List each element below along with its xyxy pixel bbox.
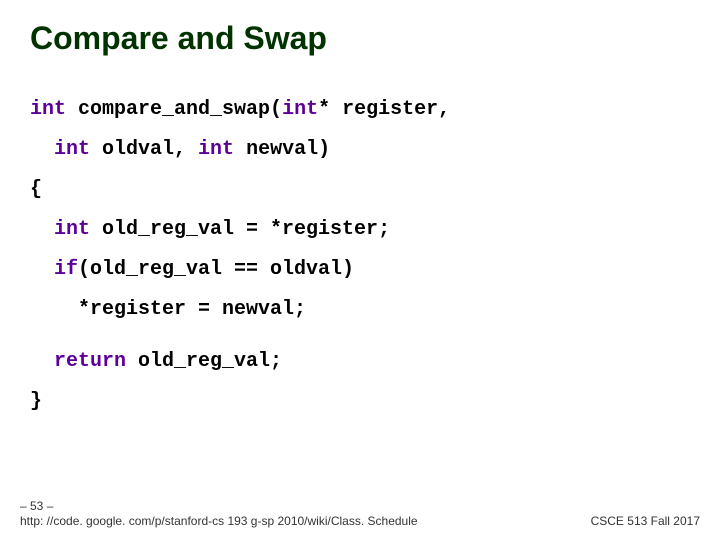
- code-line-3: {: [30, 180, 690, 200]
- keyword-int: int: [30, 98, 66, 121]
- page-number: – 53 –: [20, 499, 418, 513]
- keyword-int: int: [30, 218, 90, 241]
- code-text: oldval,: [90, 138, 198, 161]
- code-line-1: int compare_and_swap(int* register,: [30, 100, 690, 120]
- keyword-if: if: [30, 258, 78, 281]
- keyword-int: int: [30, 138, 90, 161]
- keyword-int: int: [282, 98, 318, 121]
- code-text: old_reg_val;: [126, 350, 282, 373]
- footer-course: CSCE 513 Fall 2017: [591, 514, 700, 528]
- code-text: * register,: [318, 98, 450, 121]
- keyword-int: int: [198, 138, 234, 161]
- code-text: compare_and_swap(: [66, 98, 282, 121]
- code-text: (old_reg_val == oldval): [78, 258, 354, 281]
- code-text: newval): [234, 138, 330, 161]
- code-line-5: if(old_reg_val == oldval): [30, 260, 690, 280]
- keyword-return: return: [30, 350, 126, 373]
- code-line-7: return old_reg_val;: [30, 352, 690, 372]
- slide: Compare and Swap int compare_and_swap(in…: [0, 0, 720, 540]
- code-line-4: int old_reg_val = *register;: [30, 220, 690, 240]
- footer-left: – 53 – http: //code. google. com/p/stanf…: [20, 499, 418, 528]
- code-block: int compare_and_swap(int* register, int …: [30, 100, 690, 432]
- code-text: old_reg_val = *register;: [90, 218, 390, 241]
- code-line-6: *register = newval;: [30, 300, 690, 320]
- slide-title: Compare and Swap: [30, 20, 327, 57]
- code-line-8: }: [30, 392, 690, 412]
- source-url: http: //code. google. com/p/stanford-cs …: [20, 514, 418, 528]
- code-line-2: int oldval, int newval): [30, 140, 690, 160]
